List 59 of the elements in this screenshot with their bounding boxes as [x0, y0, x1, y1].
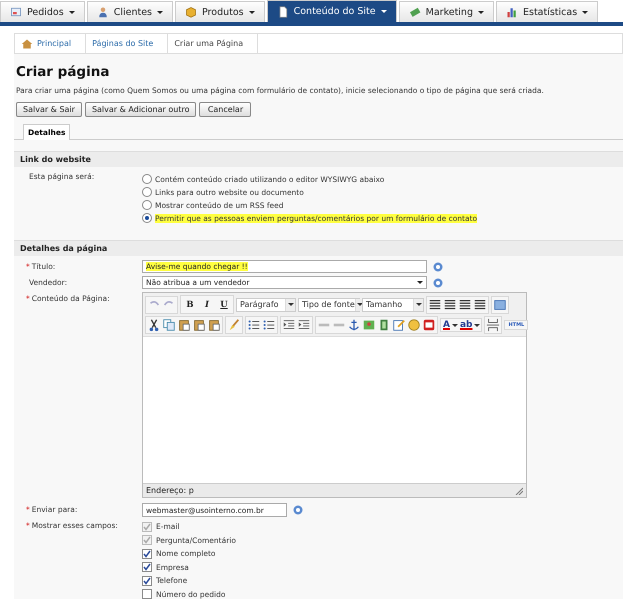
paste-icon[interactable] [177, 318, 191, 332]
nav-tab[interactable]: Produtos [175, 1, 265, 22]
section-heading: Detalhes da página [14, 241, 623, 256]
nav-tab[interactable]: Estatísticas [496, 1, 598, 22]
color-button[interactable]: ab [458, 320, 474, 330]
page-title: Criar página [16, 64, 110, 80]
list-icon[interactable] [247, 318, 261, 332]
checkbox[interactable] [142, 548, 152, 559]
format-button[interactable]: U [216, 297, 232, 312]
checkbox[interactable] [142, 589, 152, 599]
tab-icon [185, 6, 197, 18]
nav-tab[interactable]: Pedidos [0, 1, 85, 22]
align-icon[interactable] [443, 298, 457, 312]
copy-icon[interactable] [162, 318, 176, 332]
tab-icon [506, 6, 518, 18]
section-heading: Link do website [14, 152, 623, 167]
cut-icon[interactable] [147, 318, 161, 332]
tab-icon [10, 6, 22, 18]
align-icon[interactable] [473, 298, 487, 312]
page-break-icon[interactable] [486, 318, 500, 332]
color-button[interactable]: A [442, 320, 451, 330]
image-icon[interactable] [362, 318, 376, 332]
home-icon [21, 38, 33, 50]
edit-icon[interactable] [392, 318, 406, 332]
radio-button[interactable] [142, 174, 152, 184]
breadcrumb-item: Criar uma Página [168, 34, 258, 53]
align-icon[interactable] [458, 298, 472, 312]
indent-icon[interactable] [282, 318, 296, 332]
tab-icon [276, 6, 289, 18]
nav-tab[interactable]: Clientes [86, 1, 173, 22]
toolbar-dropdown[interactable]: Tamanho [362, 298, 424, 312]
brush-icon[interactable] [227, 318, 241, 332]
breadcrumb-item[interactable]: Principal [15, 34, 86, 53]
paste-icon[interactable] [192, 318, 206, 332]
paste-icon[interactable] [207, 318, 221, 332]
nav-tab[interactable]: Marketing [398, 1, 494, 22]
tab-icon [96, 6, 109, 18]
anchor-icon[interactable] [347, 318, 361, 332]
checkbox[interactable] [142, 576, 152, 586]
format-button[interactable]: B [182, 297, 198, 312]
action-button[interactable]: Salvar & Adicionar outro [84, 102, 196, 117]
nav-tab[interactable]: Conteúdo do Site [266, 0, 397, 22]
toolbar-dropdown[interactable]: Parágrafo [236, 298, 296, 312]
align-icon[interactable] [428, 298, 442, 312]
checkbox[interactable] [142, 562, 152, 572]
format-button[interactable]: I [199, 297, 215, 312]
breadcrumb-item[interactable]: Páginas do Site [86, 34, 168, 53]
action-button[interactable]: Cancelar [199, 102, 252, 117]
indent-icon[interactable] [297, 318, 311, 332]
editor-status: Endereço: p [146, 486, 194, 495]
resize-grip-icon[interactable] [515, 486, 523, 494]
radio-button[interactable] [142, 200, 152, 210]
help-icon[interactable] [293, 505, 303, 515]
list-icon[interactable] [262, 318, 276, 332]
action-button[interactable]: Salvar & Sair [16, 102, 82, 117]
window-icon[interactable] [493, 298, 507, 312]
radio-button[interactable] [142, 187, 152, 197]
toolbar-dropdown[interactable]: Tipo de fonte [298, 298, 360, 312]
radio-button[interactable] [142, 213, 152, 223]
